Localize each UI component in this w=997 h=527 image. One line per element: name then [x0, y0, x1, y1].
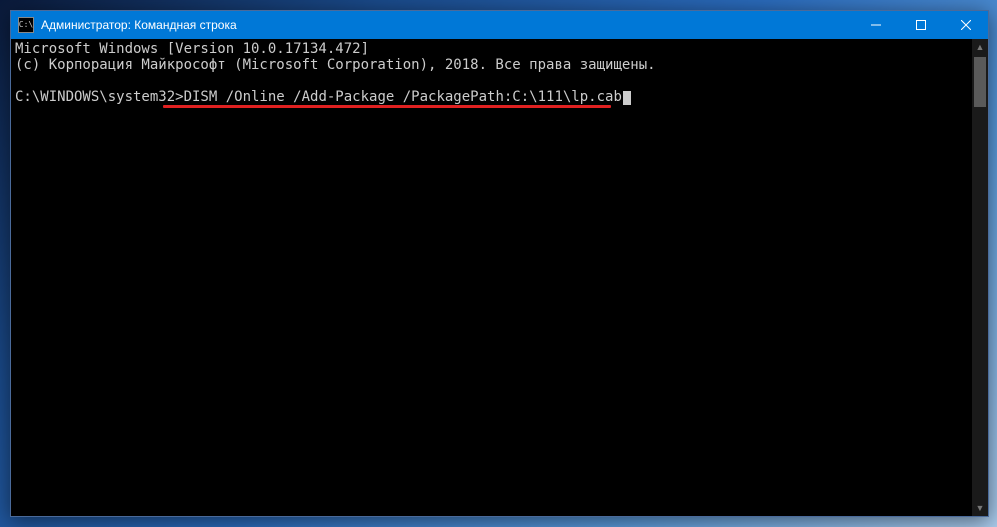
- minimize-button[interactable]: [853, 11, 898, 39]
- close-button[interactable]: [943, 11, 988, 39]
- vertical-scrollbar[interactable]: ▲ ▼: [972, 39, 988, 516]
- annotation-underline: [163, 105, 611, 108]
- client-area: Microsoft Windows [Version 10.0.17134.47…: [11, 39, 988, 516]
- terminal-output[interactable]: Microsoft Windows [Version 10.0.17134.47…: [11, 39, 972, 516]
- terminal-line: (c) Корпорация Майкрософт (Microsoft Cor…: [15, 57, 656, 73]
- desktop-background: C:\ Администратор: Командная строка: [0, 0, 997, 527]
- cmd-window: C:\ Администратор: Командная строка: [10, 10, 989, 517]
- maximize-button[interactable]: [898, 11, 943, 39]
- maximize-icon: [916, 20, 926, 30]
- scroll-up-arrow-icon[interactable]: ▲: [972, 39, 988, 55]
- minimize-icon: [871, 20, 881, 30]
- window-title: Администратор: Командная строка: [41, 11, 853, 39]
- terminal-line: Microsoft Windows [Version 10.0.17134.47…: [15, 41, 369, 57]
- terminal-prompt: C:\WINDOWS\system32>: [15, 89, 184, 105]
- scroll-down-arrow-icon[interactable]: ▼: [972, 500, 988, 516]
- cursor: [623, 91, 631, 105]
- titlebar[interactable]: C:\ Администратор: Командная строка: [11, 11, 988, 39]
- terminal-command: DISM /Online /Add-Package /PackagePath:C…: [184, 89, 622, 105]
- close-icon: [961, 20, 971, 30]
- scroll-thumb[interactable]: [974, 57, 986, 107]
- cmd-icon: C:\: [18, 17, 34, 33]
